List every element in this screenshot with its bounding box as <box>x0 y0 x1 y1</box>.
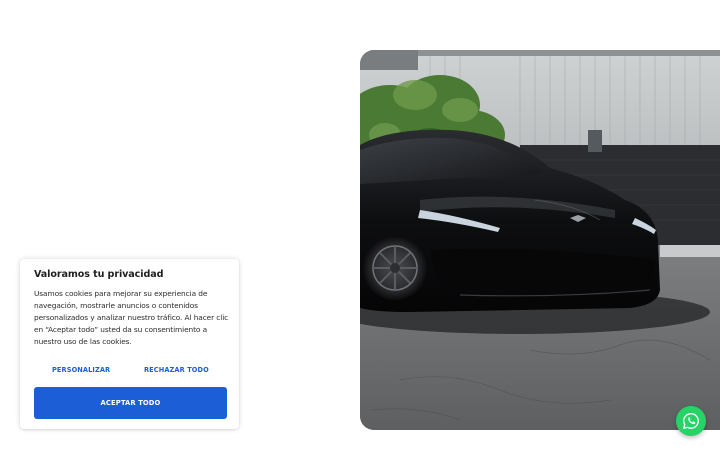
whatsapp-icon <box>683 412 699 429</box>
reject-all-button[interactable]: Rechazar todo <box>144 366 209 378</box>
cookie-dialog-description: Usamos cookies para mejorar su experienc… <box>34 288 230 348</box>
whatsapp-chat-button[interactable] <box>676 406 706 436</box>
cookie-text-line: nuestro uso de las cookies. <box>34 337 132 346</box>
cookie-text-line: navegación, mostrarle anuncios o conteni… <box>34 301 198 310</box>
cookie-dialog-title: Valoramos tu privacidad <box>34 269 164 280</box>
cookie-consent-dialog: Valoramos tu privacidad Usamos cookies p… <box>20 259 239 429</box>
page: Valoramos tu privacidad Usamos cookies p… <box>0 0 720 450</box>
cookie-text-line: Usamos cookies para mejorar su experienc… <box>34 289 208 298</box>
customize-button[interactable]: Personalizar <box>52 366 110 378</box>
hero-car-image <box>360 50 720 430</box>
cookie-text-line: personalizados y analizar nuestro tráfic… <box>34 313 229 322</box>
accept-all-button[interactable]: Aceptar todo <box>34 387 227 419</box>
cookie-text-line: en “Aceptar todo” usted da su consentimi… <box>34 325 208 334</box>
